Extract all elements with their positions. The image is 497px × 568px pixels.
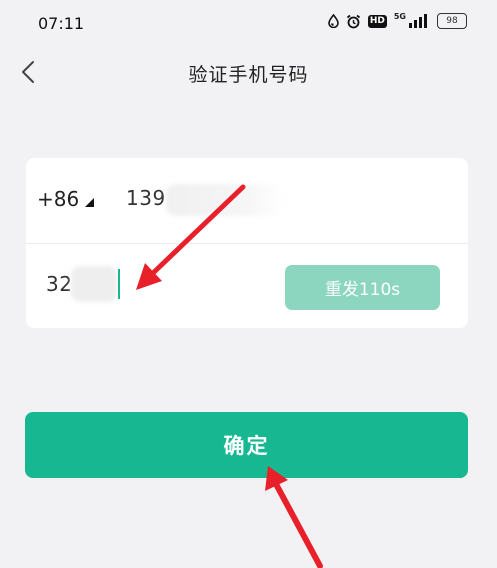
country-code-selector[interactable]: +86 [37, 187, 95, 211]
phone-redaction [166, 184, 284, 216]
signal-icon [409, 14, 427, 28]
country-code-label: +86 [37, 187, 80, 211]
drop-icon [328, 14, 339, 28]
phone-input[interactable]: 139 [126, 186, 166, 210]
text-cursor [118, 269, 120, 299]
code-row: 32 重发110s [26, 244, 468, 328]
caret-down-icon [85, 198, 95, 207]
annotation-arrow-confirm [265, 466, 323, 568]
phone-row: +86 139 [26, 158, 468, 243]
verification-code-input[interactable]: 32 [46, 272, 72, 296]
status-bar: 07:11 HD 5G 98 [0, 0, 497, 48]
status-time: 07:11 [38, 14, 85, 33]
nav-bar: 验证手机号码 [0, 48, 497, 96]
network-type-label: 5G [393, 12, 406, 21]
status-icons: HD 5G 98 [328, 13, 467, 29]
verification-form: +86 139 32 重发110s [26, 158, 468, 328]
battery-icon: 98 [437, 13, 467, 29]
confirm-button[interactable]: 确定 [25, 412, 468, 478]
code-redaction [71, 266, 117, 302]
resend-code-button[interactable]: 重发110s [285, 265, 440, 310]
page-title: 验证手机号码 [188, 64, 309, 86]
hd-icon: HD [367, 14, 387, 28]
alarm-icon [346, 14, 360, 28]
